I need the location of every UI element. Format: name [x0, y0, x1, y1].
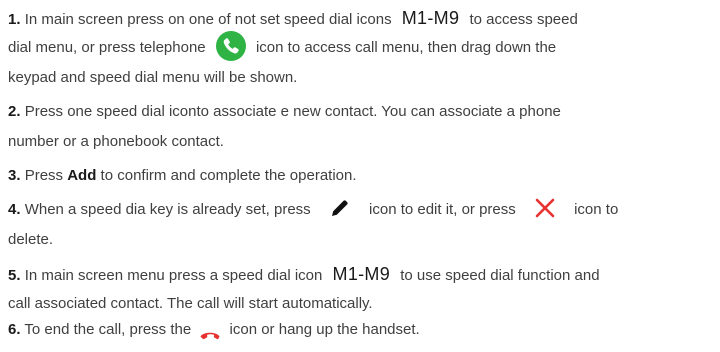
speed-dial-range: M1-M9 [401, 8, 460, 28]
instruction-document: 1. In main screen press on one of not se… [0, 0, 720, 346]
handset-down-icon [199, 322, 221, 340]
step-3: 3. Press Add to confirm and complete the… [8, 161, 712, 191]
step-number: 3. [8, 167, 21, 184]
step-text: Press [24, 167, 64, 184]
step-2: 2. Press one speed dial iconto associate… [8, 97, 712, 127]
step-text: to confirm and complete the operation. [100, 167, 357, 184]
phone-icon [215, 31, 246, 62]
step-text: to use speed dial function and [400, 267, 600, 284]
step-text: icon to edit it, or press [369, 201, 516, 218]
step-4: 4. When a speed dia key is already set, … [8, 195, 712, 225]
step-4-line-2: delete. [8, 225, 712, 255]
step-number: 2. [8, 103, 21, 120]
step-number: 5. [8, 267, 21, 284]
step-1-line-2: dial menu, or press telephone icon to ac… [8, 31, 712, 63]
step-text: In main screen press on one of not set s… [24, 11, 392, 28]
step-text: In main screen menu press a speed dial i… [24, 267, 323, 284]
step-text: When a speed dia key is already set, pre… [24, 201, 311, 218]
step-number: 6. [8, 321, 21, 338]
step-text: icon or hang up the handset. [229, 321, 420, 338]
step-text: delete. [8, 231, 54, 248]
step-text: icon to access call menu, then drag down… [255, 39, 557, 56]
step-number: 4. [8, 201, 21, 218]
step-text: To end the call, press the [24, 321, 192, 338]
step-1: 1. In main screen press on one of not se… [8, 3, 712, 35]
x-icon [534, 197, 556, 219]
step-text: dial menu, or press telephone [8, 39, 206, 56]
step-text: icon to [574, 201, 619, 218]
speed-dial-range: M1-M9 [332, 264, 391, 284]
step-1-line-3: keypad and speed dial menu will be shown… [8, 63, 712, 93]
step-2-line-2: number or a phonebook contact. [8, 127, 712, 157]
step-text: number or a phonebook contact. [8, 133, 224, 150]
step-text: Press one speed dial iconto associate e … [24, 103, 561, 120]
step-text: to access speed [469, 11, 578, 28]
pencil-icon [329, 197, 351, 219]
step-text: call associated contact. The call will s… [8, 295, 373, 312]
step-text: keypad and speed dial menu will be shown… [8, 69, 298, 86]
add-keyword: Add [67, 167, 97, 184]
step-6: 6. To end the call, press the icon or ha… [8, 315, 712, 345]
step-5: 5. In main screen menu press a speed dia… [8, 259, 712, 291]
step-number: 1. [8, 11, 21, 28]
